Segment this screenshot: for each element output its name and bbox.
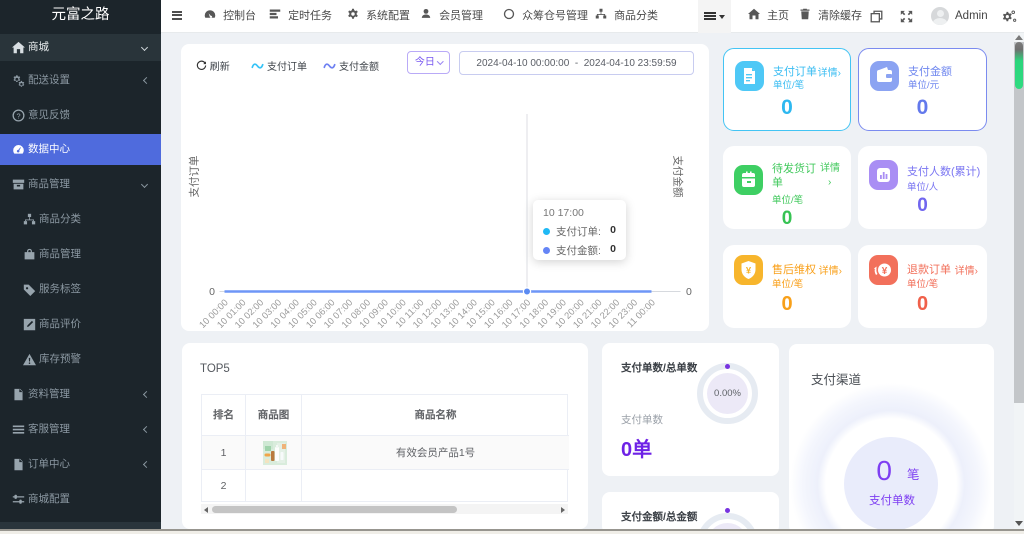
svg-text:¥: ¥	[746, 266, 752, 277]
svg-text:¥: ¥	[882, 266, 888, 277]
svg-text:?: ?	[16, 111, 20, 120]
svg-text:0: 0	[209, 286, 215, 298]
svg-text:0: 0	[686, 286, 692, 298]
